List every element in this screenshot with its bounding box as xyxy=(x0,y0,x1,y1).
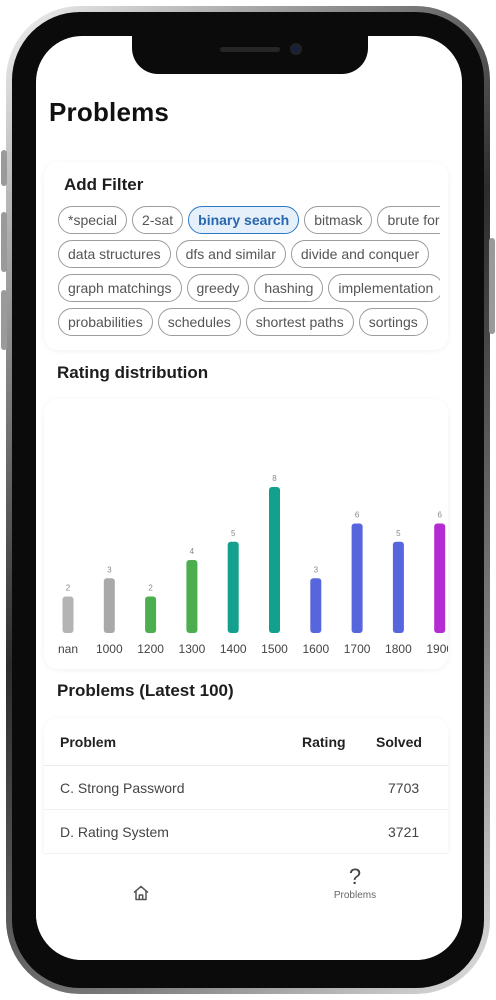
chart-bar xyxy=(392,541,404,633)
table-row[interactable]: D. Rating System 3721 xyxy=(44,811,448,854)
filter-chip[interactable]: divide and conquer xyxy=(290,240,430,268)
filter-chip[interactable]: sortings xyxy=(358,308,428,336)
filter-chip-row: data structures dfs and similar divide a… xyxy=(58,240,440,268)
chart-bar xyxy=(269,487,280,633)
front-camera xyxy=(290,43,302,55)
speaker xyxy=(220,47,280,52)
bar-value-label: 2 xyxy=(148,584,153,593)
app-screen: Problems Add Filter *special 2-sat binar… xyxy=(36,36,462,960)
home-icon xyxy=(133,885,149,901)
app-content: Problems Add Filter *special 2-sat binar… xyxy=(36,36,462,960)
chart-bar xyxy=(351,523,363,633)
column-header-solved[interactable]: Solved xyxy=(376,718,422,766)
chart-bar xyxy=(145,596,157,633)
bar-value-label: 6 xyxy=(437,511,442,520)
power-button xyxy=(489,238,495,334)
filter-chip[interactable]: dfs and similar xyxy=(175,240,286,268)
chart-bar xyxy=(103,578,115,633)
volume-down-button xyxy=(1,290,7,350)
nav-problems-label: Problems xyxy=(333,890,377,901)
x-tick-label: 1800 xyxy=(385,642,412,656)
filter-chip[interactable]: implementation xyxy=(328,274,440,302)
question-icon: ? xyxy=(348,864,362,889)
bar-value-label: 3 xyxy=(314,565,319,574)
problem-name: C. Strong Password xyxy=(60,780,185,796)
problem-solved: 3721 xyxy=(388,824,420,840)
filter-chip[interactable]: *special xyxy=(58,206,128,234)
filter-chip[interactable]: graph matchings xyxy=(58,274,182,302)
x-tick-label: 1900 xyxy=(426,642,448,656)
column-header-rating[interactable]: Rating xyxy=(302,718,346,766)
column-header-problem[interactable]: Problem xyxy=(60,718,116,766)
x-tick-label: 1000 xyxy=(96,642,123,656)
filter-chip-row: graph matchings greedy hashing implement… xyxy=(58,274,440,302)
filter-chip[interactable]: 2-sat xyxy=(132,206,184,234)
problems-section-title: Problems (Latest 100) xyxy=(57,681,234,700)
chart-bar xyxy=(310,578,322,633)
x-tick-label: 1200 xyxy=(137,642,164,656)
x-tick-label: 1700 xyxy=(344,642,371,656)
x-tick-label: nan xyxy=(58,642,78,656)
filter-chip-row: probabilities schedules shortest paths s… xyxy=(58,308,440,336)
mute-switch xyxy=(1,150,7,186)
table-header: Problem Rating Solved xyxy=(44,718,448,766)
bottom-nav: ? Problems xyxy=(36,854,462,960)
filter-chip[interactable]: brute force xyxy=(377,206,440,234)
filter-chip[interactable]: bitmask xyxy=(304,206,373,234)
x-tick-label: 1300 xyxy=(179,642,206,656)
problem-name: D. Rating System xyxy=(60,824,169,840)
x-tick-label: 1600 xyxy=(302,642,329,656)
bar-value-label: 3 xyxy=(107,565,112,574)
notch xyxy=(132,36,368,74)
filter-chip-row: *special 2-sat binary search bitmask bru… xyxy=(58,206,440,234)
bar-value-label: 8 xyxy=(272,474,277,483)
filter-chip[interactable]: probabilities xyxy=(58,308,153,336)
nav-problems[interactable]: ? Problems xyxy=(310,864,400,902)
bar-value-label: 6 xyxy=(355,511,360,520)
x-tick-label: 1400 xyxy=(220,642,247,656)
rating-chart: 2 nan 3 1000 2 1200 4 1300 5 1400 8 1500 3 1600 6 1700 5… xyxy=(58,474,448,656)
chart-bar xyxy=(62,596,74,633)
filter-chip[interactable]: greedy xyxy=(186,274,250,302)
filter-chip[interactable]: schedules xyxy=(157,308,241,336)
table-row[interactable]: C. Strong Password 7703 xyxy=(44,767,448,810)
rating-chart-card: 2 nan 3 1000 2 1200 4 1300 5 1400 8 1500 3 1600 6 1700 5… xyxy=(44,399,448,669)
filter-card: Add Filter *special 2-sat binary search … xyxy=(44,162,448,350)
bar-value-label: 5 xyxy=(396,529,401,538)
problem-solved: 7703 xyxy=(388,780,420,796)
filter-chip[interactable]: data structures xyxy=(58,240,171,268)
chart-bar xyxy=(227,541,239,633)
filter-chip[interactable]: hashing xyxy=(254,274,324,302)
page-title: Problems xyxy=(49,97,170,127)
bar-value-label: 4 xyxy=(190,547,195,556)
x-tick-label: 1500 xyxy=(261,642,288,656)
bar-value-label: 5 xyxy=(231,529,236,538)
filter-chip[interactable]: shortest paths xyxy=(245,308,354,336)
chart-bar xyxy=(434,523,446,633)
chart-bar xyxy=(186,560,198,633)
rating-section-title: Rating distribution xyxy=(57,363,209,382)
volume-up-button xyxy=(1,212,7,272)
filter-title: Add Filter xyxy=(64,175,144,194)
filter-chip-selected[interactable]: binary search xyxy=(188,206,300,234)
bar-value-label: 2 xyxy=(66,584,71,593)
nav-home[interactable] xyxy=(126,866,156,907)
problems-table: Problem Rating Solved C. Strong Password… xyxy=(44,718,448,868)
